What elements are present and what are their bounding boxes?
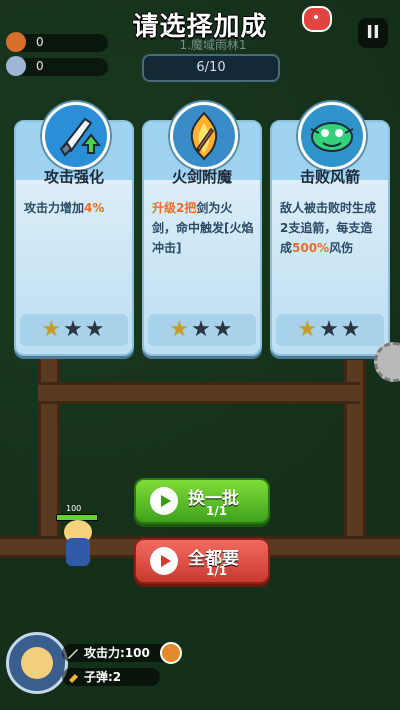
play-video-icon	[150, 547, 178, 575]
take-all-count: 1/1	[206, 564, 228, 578]
play-video-icon	[150, 487, 178, 515]
hero-hp-text: 100	[66, 504, 82, 513]
eye-icon[interactable]	[302, 6, 332, 32]
attack-stat: 攻击力:100	[62, 642, 182, 664]
fire-sword-icon	[170, 102, 238, 170]
sword-icon	[66, 646, 80, 660]
star-rating: ★★★	[276, 314, 384, 346]
pause-button[interactable]: II	[358, 18, 388, 48]
cube-icon	[6, 56, 26, 76]
bullet-icon	[66, 670, 80, 684]
bonus-card-3[interactable]: 击败风箭 敌人被击败时生成2支追箭，每支造成500%风伤 ★★★	[270, 102, 390, 356]
wind-arrow-icon	[298, 102, 366, 170]
avatar[interactable]	[6, 632, 68, 694]
card-title: 击败风箭	[299, 168, 360, 186]
page-title: 请选择加成	[132, 12, 268, 42]
sword-upgrade-icon	[42, 102, 110, 170]
refresh-count: 1/1	[206, 504, 228, 518]
wave-progress: 6/10	[142, 54, 280, 82]
bonus-card-2[interactable]: 火剑附魔 升级2把剑为火剑，命中触发[火焰冲击] ★★★	[142, 102, 262, 356]
card-description: 升级2把剑为火剑，命中触发[火焰冲击]	[152, 201, 254, 255]
bullet-stat: 子弹:2	[62, 668, 160, 686]
gem-counter: 0	[6, 56, 108, 76]
bonus-card-1[interactable]: 攻击强化 攻击力增加4% ★★★	[14, 102, 134, 356]
card-description: 敌人被击败时生成2支追箭，每支造成500%风伤	[280, 201, 377, 255]
star-rating: ★★★	[20, 314, 128, 346]
take-all-button[interactable]: 全都要 1/1	[134, 538, 270, 584]
card-title: 攻击强化	[43, 168, 104, 186]
card-description: 攻击力增加4%	[24, 201, 105, 215]
attack-label: 攻击力:100	[84, 646, 150, 660]
bullets-label: 子弹:2	[84, 670, 122, 684]
refresh-button[interactable]: 换一批 1/1	[134, 478, 270, 524]
star-rating: ★★★	[148, 314, 256, 346]
hero-character	[58, 520, 98, 568]
card-title: 火剑附魔	[171, 168, 232, 186]
gem-value: 0	[36, 59, 44, 73]
